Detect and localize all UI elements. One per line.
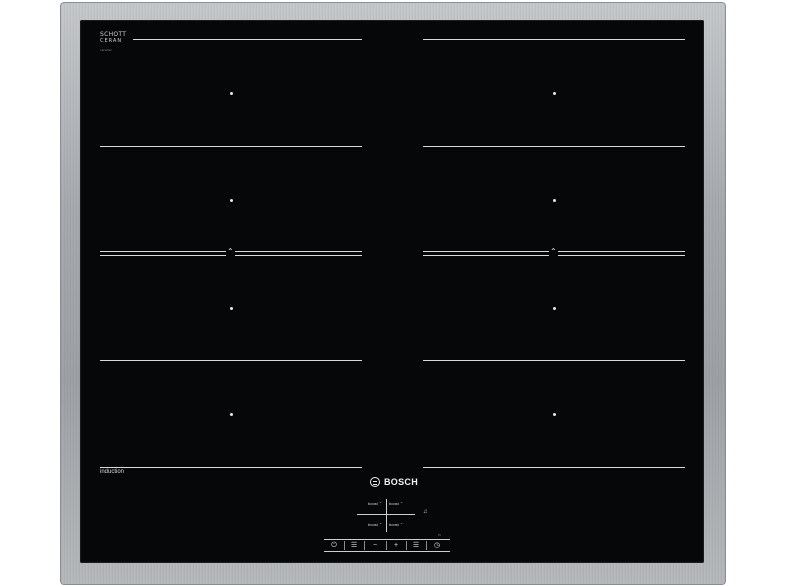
flex-zone-icon-left: ⌃: [227, 247, 234, 256]
zone-divider-left-flex-b: [235, 251, 362, 256]
minus-button[interactable]: −: [367, 541, 383, 550]
zone-center-marker: [553, 92, 556, 95]
control-separator: [364, 541, 365, 550]
zone-select-icon[interactable]: ☰: [346, 541, 362, 550]
zone-divider-left-top: [133, 39, 362, 40]
flex-zone-icon: ▭: [438, 533, 441, 537]
boost-button-top-right[interactable]: boost ⌃: [389, 501, 403, 506]
zone-center-marker: [230, 307, 233, 310]
zone-divider-left-3: [100, 360, 362, 361]
flex-zone-icon-right: ⌃: [550, 247, 557, 256]
zone-divider-left-bottom: [100, 467, 362, 468]
brand-logo: BOSCH: [370, 477, 418, 487]
zone-divider-right-flex-b: [558, 251, 685, 256]
zone-select-icon[interactable]: ☰: [408, 541, 424, 550]
brand-name: BOSCH: [384, 477, 419, 487]
zone-center-marker: [230, 413, 233, 416]
control-separator: [344, 541, 345, 550]
control-separator: [426, 541, 427, 550]
zone-center-marker: [230, 199, 233, 202]
zone-divider-left-flex-a: [100, 251, 226, 256]
zone-center-marker: [553, 199, 556, 202]
boost-button-bottom-right[interactable]: boost ⌃: [389, 522, 403, 527]
control-divider-vertical: [386, 499, 387, 532]
boost-button-bottom-left[interactable]: boost ⌃: [368, 522, 382, 527]
zone-divider-left-2: [100, 146, 362, 147]
glass-brand-line3: ceramic: [100, 48, 112, 52]
zone-divider-right-3: [423, 360, 685, 361]
technology-label: induction: [100, 469, 125, 475]
glass-brand-line1: SCHOTT: [100, 31, 127, 38]
plus-button[interactable]: +: [388, 541, 404, 550]
glass-brand-line2: CERAN: [100, 38, 123, 44]
zone-divider-right-flex-a: [423, 251, 549, 256]
zone-divider-right-top: [423, 39, 685, 40]
zone-center-marker: [553, 307, 556, 310]
timer-icon[interactable]: ◷: [429, 541, 445, 550]
control-separator: [386, 541, 387, 550]
boost-button-top-left[interactable]: boost ⌃: [368, 501, 382, 506]
power-lock-icon[interactable]: ⏻: [326, 541, 342, 550]
control-separator: [406, 541, 407, 550]
bell-icon[interactable]: ♫: [423, 509, 428, 515]
zone-center-marker: [553, 413, 556, 416]
zone-center-marker: [230, 92, 233, 95]
zone-divider-right-2: [423, 146, 685, 147]
zone-divider-right-bottom: [423, 467, 685, 468]
bosch-armature-icon: [370, 477, 380, 487]
